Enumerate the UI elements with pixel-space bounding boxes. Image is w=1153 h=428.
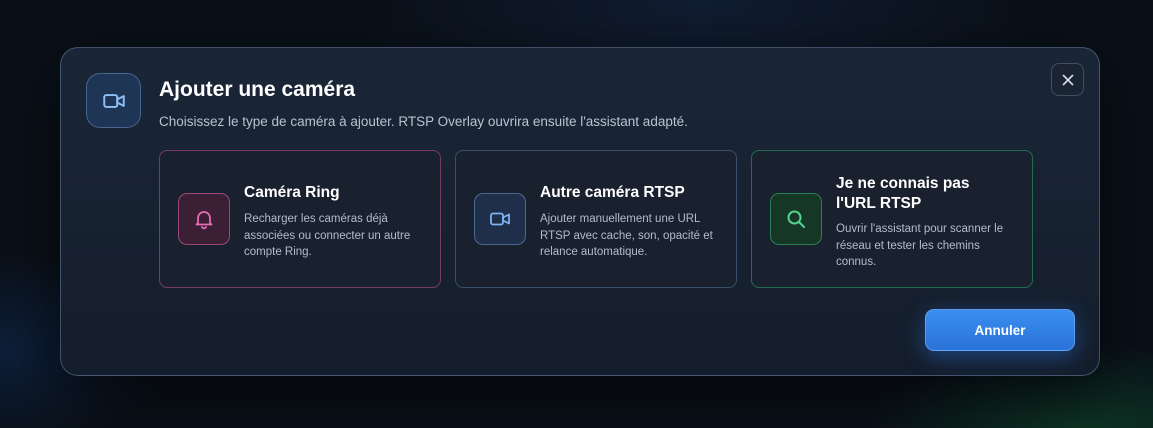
bell-icon bbox=[178, 193, 230, 245]
dialog-subtitle: Choisissez le type de caméra à ajouter. … bbox=[159, 114, 688, 129]
close-button[interactable] bbox=[1051, 63, 1084, 96]
add-camera-dialog: Ajouter une caméra Choisissez le type de… bbox=[60, 47, 1100, 376]
option-title: Caméra Ring bbox=[244, 184, 340, 201]
option-title: Je ne connais pas l'URL RTSP bbox=[836, 175, 970, 212]
option-description: Ouvrir l'assistant pour scanner le résea… bbox=[836, 223, 1004, 268]
option-title: Autre caméra RTSP bbox=[540, 184, 685, 201]
option-description: Ajouter manuellement une URL RTSP avec c… bbox=[540, 213, 713, 258]
option-description: Recharger les caméras déjà associées ou … bbox=[244, 213, 411, 258]
option-card-ring[interactable]: Caméra Ring Recharger les caméras déjà a… bbox=[159, 150, 441, 288]
option-card-unknown-url[interactable]: Je ne connais pas l'URL RTSP Ouvrir l'as… bbox=[751, 150, 1033, 288]
video-camera-icon bbox=[86, 73, 141, 128]
close-icon bbox=[1062, 74, 1073, 85]
search-icon bbox=[770, 193, 822, 245]
cancel-button[interactable]: Annuler bbox=[925, 309, 1075, 351]
dialog-title: Ajouter une caméra bbox=[159, 78, 356, 101]
video-camera-icon bbox=[474, 193, 526, 245]
option-card-rtsp[interactable]: Autre caméra RTSP Ajouter manuellement u… bbox=[455, 150, 737, 288]
